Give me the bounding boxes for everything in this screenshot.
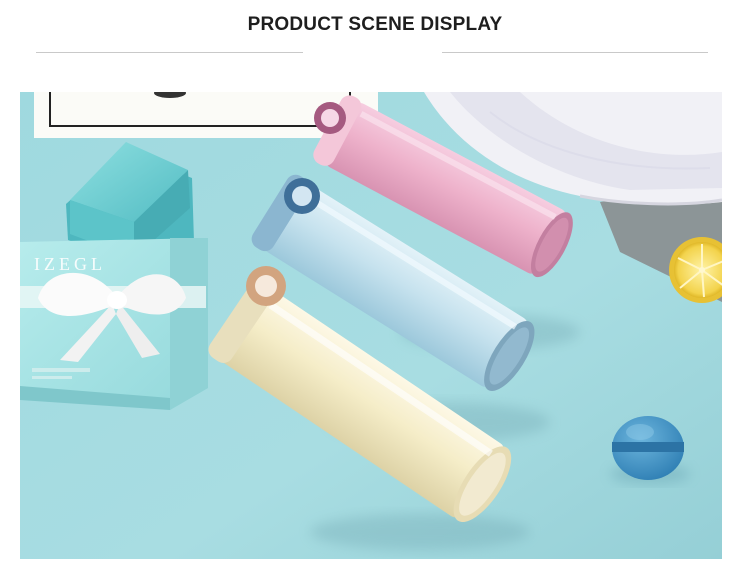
gift-box: IZEGL — [20, 238, 208, 410]
section-title: PRODUCT SCENE DISPLAY — [247, 14, 503, 35]
divider-left — [36, 52, 303, 53]
product-scene-photo: IZEGL — [20, 92, 722, 559]
pink-bottle-button — [314, 102, 346, 134]
gift-box-brand: IZEGL — [34, 254, 106, 274]
section-header: PRODUCT SCENE DISPLAY — [0, 0, 750, 92]
blue-bottle-button — [284, 178, 320, 214]
divider-right — [442, 52, 708, 53]
cream-bottle-button — [246, 266, 286, 306]
